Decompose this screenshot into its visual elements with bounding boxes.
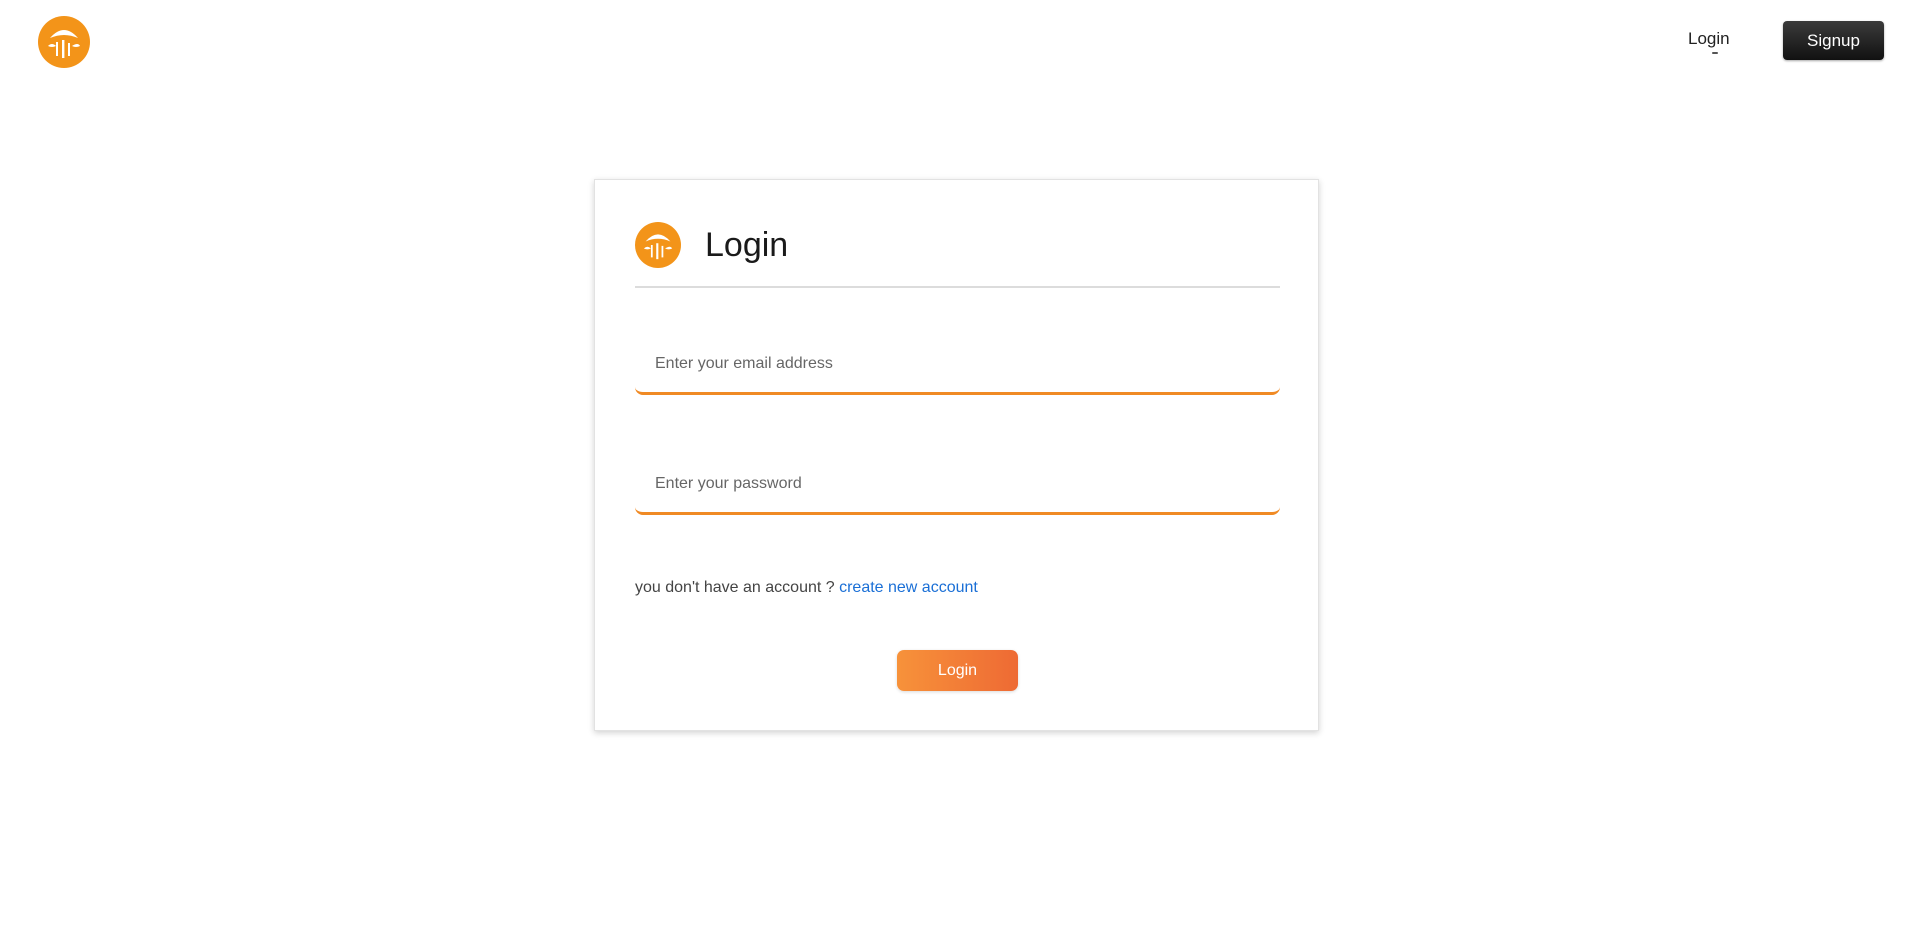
login-card-header: Login (635, 222, 1280, 288)
create-account-link[interactable]: create new account (839, 579, 978, 596)
restaurant-logo-icon[interactable] (38, 16, 90, 68)
top-navbar: Login Signup (0, 0, 1912, 80)
login-button[interactable]: Login (897, 650, 1018, 691)
no-account-text: you don't have an account ? (635, 579, 840, 596)
password-field[interactable] (635, 455, 1280, 515)
nav-signup-button[interactable]: Signup (1783, 21, 1884, 60)
email-field[interactable] (635, 335, 1280, 395)
login-card: Login you don't have an account ? create… (594, 179, 1319, 731)
nav-login-indicator (1712, 52, 1718, 54)
page-title: Login (705, 226, 789, 264)
signup-prompt: you don't have an account ? create new a… (635, 579, 978, 597)
nav-login-link[interactable]: Login (1688, 29, 1730, 49)
restaurant-logo-icon (635, 222, 681, 268)
